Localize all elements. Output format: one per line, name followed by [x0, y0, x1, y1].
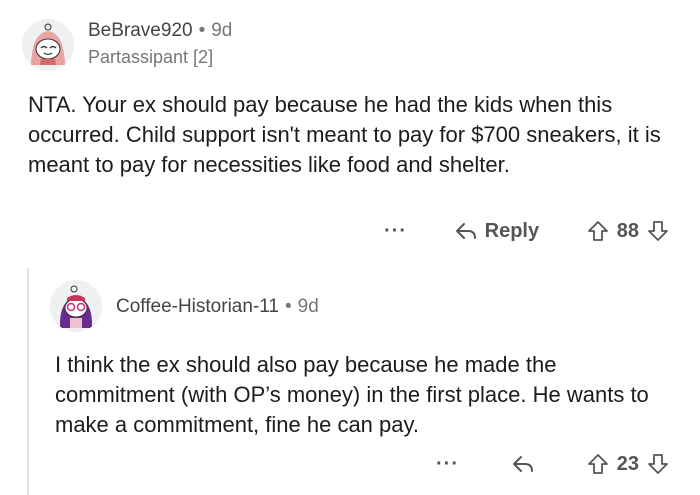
reply-label: Reply: [484, 219, 540, 242]
reply-button[interactable]: Reply: [455, 220, 539, 243]
username[interactable]: BeBrave920: [88, 20, 193, 42]
upvote-arrow-icon[interactable]: [587, 220, 609, 242]
comment-actions: ··· Reply 88: [384, 217, 669, 245]
comment-header: BeBrave920 • 9d: [88, 20, 232, 42]
reply-actions: ··· 23: [436, 450, 669, 478]
downvote-arrow-icon[interactable]: [647, 453, 669, 475]
thread-line[interactable]: [27, 268, 29, 495]
vote-controls: 23: [587, 453, 669, 476]
reply-timestamp[interactable]: 9d: [298, 296, 319, 318]
more-options-button[interactable]: ···: [384, 220, 407, 243]
reply-username[interactable]: Coffee-Historian-11: [116, 296, 279, 318]
timestamp[interactable]: 9d: [211, 20, 232, 42]
snoo-avatar-purple-hair-icon: [50, 280, 102, 332]
downvote-arrow-icon[interactable]: [647, 220, 669, 242]
reply-avatar[interactable]: [50, 280, 102, 332]
more-options-button[interactable]: ···: [436, 453, 459, 476]
upvote-arrow-icon[interactable]: [587, 453, 609, 475]
reply-arrow-icon: [455, 223, 476, 239]
vote-score: 23: [616, 452, 639, 475]
separator-dot: •: [284, 296, 292, 317]
snoo-avatar-pink-hood-icon: [22, 19, 74, 71]
comment-body: NTA. Your ex should pay because he had t…: [28, 92, 661, 177]
reply-button[interactable]: [512, 454, 534, 474]
avatar[interactable]: [22, 19, 74, 71]
vote-score: 88: [616, 219, 639, 242]
separator-dot: •: [198, 20, 206, 41]
reply-arrow-icon: [512, 456, 533, 472]
reply-body: I think the ex should also pay because h…: [55, 352, 649, 437]
reply-header: Coffee-Historian-11 • 9d: [116, 296, 319, 318]
vote-controls: 88: [587, 220, 669, 243]
user-flair: Partassipant [2]: [88, 47, 214, 67]
